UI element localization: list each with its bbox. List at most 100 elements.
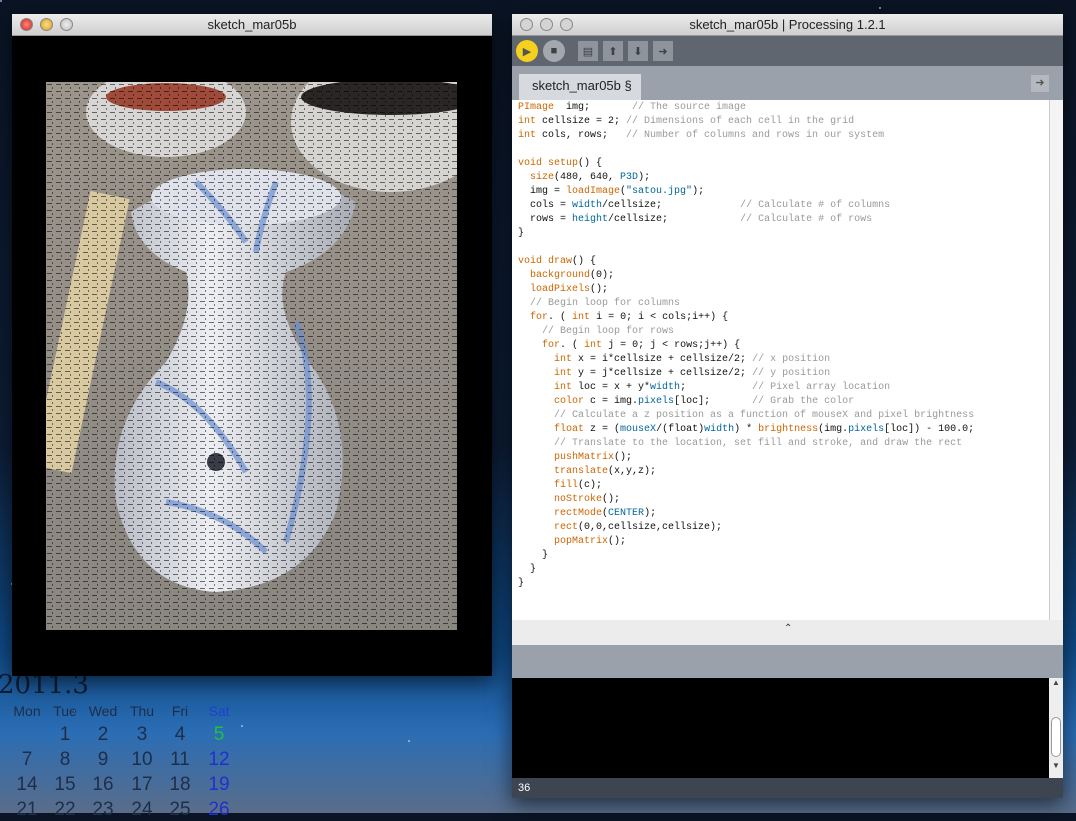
scroll-thumb[interactable] (1051, 717, 1061, 757)
code-token: cols = (518, 200, 573, 211)
code-token: // Calculate # of columns (740, 200, 891, 211)
arrow-down-icon: ⬇ (633, 45, 643, 58)
code-token: int (584, 340, 603, 351)
code-token: rect (554, 522, 579, 533)
scroll-down-icon[interactable]: ▼ (1049, 761, 1063, 770)
code-token: draw (548, 256, 573, 267)
sketch-canvas-image[interactable] (46, 82, 457, 630)
code-token: CENTER (608, 508, 645, 519)
code-line: cols = width/cellsize; // Calculate # of… (518, 199, 1049, 213)
code-token: PImage (518, 102, 555, 113)
code-token: void (518, 158, 543, 169)
code-token: cols, rows; (536, 130, 627, 141)
code-token: int (554, 368, 573, 379)
code-token: "satou.jpg" (626, 186, 693, 197)
stop-button[interactable]: ■ (543, 40, 565, 62)
calendar-day: 19 (208, 774, 230, 795)
code-token: j = 0; j < rows;j++) { (602, 340, 741, 351)
code-line: popMatrix(); (518, 535, 1049, 549)
code-line: size(480, 640, P3D); (518, 171, 1049, 185)
calendar-day: 3 (136, 724, 148, 745)
star (408, 740, 410, 742)
export-button[interactable]: ➜ (653, 41, 673, 61)
zoom-button[interactable] (560, 18, 573, 31)
code-line: // Translate to the location, set fill a… (518, 437, 1049, 451)
code-token: cellsize = 2; (536, 116, 627, 127)
arrow-up-icon: ⬆ (608, 45, 618, 58)
minimize-button[interactable] (40, 18, 53, 31)
code-token: (); (602, 494, 621, 505)
save-button[interactable]: ⬇ (628, 41, 648, 61)
code-token: (); (608, 536, 627, 547)
code-token: for (542, 340, 561, 351)
calendar-day: 15 (54, 774, 76, 795)
new-button[interactable]: ▤ (578, 41, 598, 61)
new-file-icon: ▤ (582, 45, 594, 58)
code-token: ) * (734, 424, 759, 435)
editor-scrollbar[interactable] (1049, 100, 1063, 620)
code-token: fill (554, 480, 579, 491)
code-line: PImage img; // The source image (518, 101, 1049, 115)
tab-sketch[interactable]: sketch_mar05b § (519, 74, 641, 100)
calendar-day: 2 (97, 724, 109, 745)
code-line: for. ( int j = 0; j < rows;j++) { (518, 339, 1049, 353)
calendar-day: 11 (170, 749, 190, 770)
code-token: z = ( (584, 424, 621, 435)
code-line: int loc = x + y*width; // Pixel array lo… (518, 381, 1049, 395)
code-token: ); (692, 186, 705, 197)
minimize-button[interactable] (540, 18, 553, 31)
code-token: } (518, 564, 537, 575)
code-token: rows = (518, 214, 573, 225)
code-line: int y = j*cellsize + cellsize/2; // y po… (518, 367, 1049, 381)
code-line: } (518, 563, 1049, 577)
code-token: // Number of columns and rows in our sys… (626, 130, 885, 141)
open-button[interactable]: ⬆ (603, 41, 623, 61)
code-token: () { (572, 256, 597, 267)
scroll-up-icon[interactable]: ▲ (1049, 678, 1063, 687)
calendar-day: 12 (208, 749, 230, 770)
calendar-day: 18 (169, 774, 191, 795)
zoom-button[interactable] (60, 18, 73, 31)
close-button[interactable] (520, 18, 533, 31)
code-token: width (704, 424, 735, 435)
processing-ide-window: sketch_mar05b | Processing 1.2.1 ▶ ■ ▤ ⬆… (512, 14, 1063, 798)
code-token: } (518, 228, 525, 239)
run-button[interactable]: ▶ (516, 40, 538, 62)
code-token: noStroke (554, 494, 603, 505)
split-divider[interactable]: ⌃ (512, 620, 1063, 645)
close-button[interactable] (20, 18, 33, 31)
calendar-day: 16 (92, 774, 114, 795)
tab-menu-button[interactable]: ➜ (1031, 75, 1049, 92)
code-token: width (650, 382, 681, 393)
code-line: rows = height/cellsize; // Calculate # o… (518, 213, 1049, 227)
code-token: // Calculate a z position as a function … (554, 410, 975, 421)
code-token: img = (518, 186, 567, 197)
calendar-day: 7 (21, 749, 33, 770)
code-token: // Begin loop for rows (542, 326, 675, 337)
code-token: int (518, 116, 537, 127)
code-token: rectMode (554, 508, 603, 519)
code-token: setup (548, 158, 579, 169)
code-line: } (518, 577, 1049, 591)
code-token: // Translate to the location, set fill a… (554, 438, 963, 449)
code-token: . ( (560, 340, 585, 351)
calendar-day: 1 (59, 724, 71, 745)
toolbar: ▶ ■ ▤ ⬆ ⬇ ➜ (512, 36, 1063, 66)
console-scrollbar[interactable]: ▲ ▼ (1049, 678, 1063, 778)
calendar-weekday: Mon (13, 703, 41, 719)
tab-bar: sketch_mar05b § ➜ (512, 66, 1063, 100)
code-token: (0,0,cellsize,cellsize); (578, 522, 723, 533)
code-editor[interactable]: PImage img; // The source image int cells… (512, 100, 1049, 620)
console (512, 678, 1049, 778)
